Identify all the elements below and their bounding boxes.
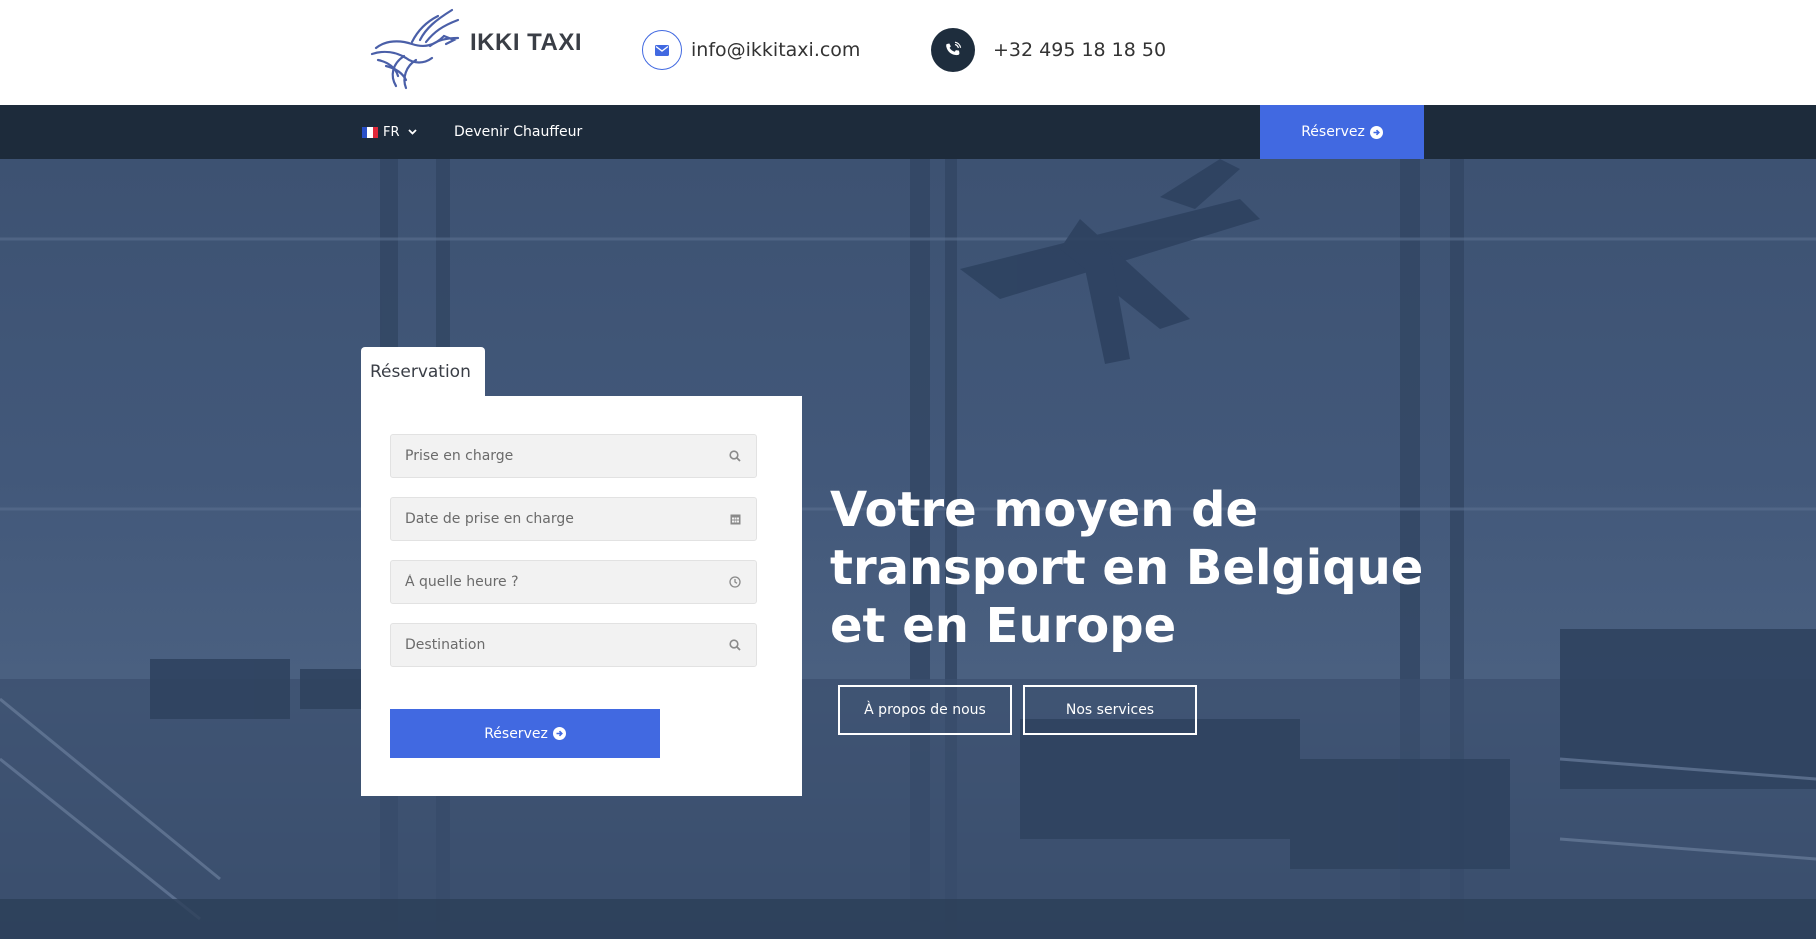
destination-input[interactable] (405, 637, 728, 653)
pickup-field (390, 434, 757, 478)
hero-section: Réservation Réservez (0, 159, 1816, 939)
phoenix-logo-icon (370, 8, 460, 90)
reservation-submit-label: Réservez (484, 725, 548, 742)
about-us-button[interactable]: À propos de nous (838, 685, 1012, 735)
destination-field (390, 623, 757, 667)
brand-name: IKKI TAXI (470, 29, 583, 56)
search-icon (728, 638, 742, 652)
language-label: FR (383, 124, 400, 140)
france-flag-icon (362, 126, 378, 138)
pickup-time-field (390, 560, 757, 604)
top-header: IKKI TAXI info@ikkitaxi.com +32 495 18 1… (0, 0, 1816, 105)
contact-phone[interactable]: +32 495 18 18 50 (931, 28, 1167, 72)
our-services-button[interactable]: Nos services (1023, 685, 1197, 735)
pickup-time-input[interactable] (405, 574, 728, 590)
clock-icon (728, 575, 742, 589)
phone-text: +32 495 18 18 50 (993, 39, 1167, 61)
calendar-icon (728, 512, 742, 526)
contact-email[interactable]: info@ikkitaxi.com (642, 30, 860, 70)
arrow-circle-right-icon (552, 727, 566, 740)
language-selector[interactable]: FR (362, 105, 417, 159)
phone-icon (931, 28, 975, 72)
site-logo[interactable]: IKKI TAXI (366, 6, 582, 90)
chevron-down-icon (407, 127, 417, 138)
pickup-date-field (390, 497, 757, 541)
reservation-tab[interactable]: Réservation (361, 347, 485, 397)
email-text: info@ikkitaxi.com (691, 39, 861, 61)
nav-reserve-label: Réservez (1301, 124, 1365, 140)
reservation-submit-button[interactable]: Réservez (390, 709, 660, 758)
arrow-circle-right-icon (1369, 125, 1383, 139)
main-navbar: FR Devenir Chauffeur Réservez (0, 105, 1816, 159)
pickup-input[interactable] (405, 448, 728, 464)
pickup-date-input[interactable] (405, 511, 728, 527)
envelope-icon (642, 30, 682, 70)
search-icon (728, 449, 742, 463)
nav-reserve-button[interactable]: Réservez (1260, 105, 1424, 159)
reservation-form: Réservez (361, 396, 802, 796)
hero-title: Votre moyen de transport en Belgique et … (830, 482, 1424, 654)
nav-link-devenir-chauffeur[interactable]: Devenir Chauffeur (454, 105, 582, 159)
